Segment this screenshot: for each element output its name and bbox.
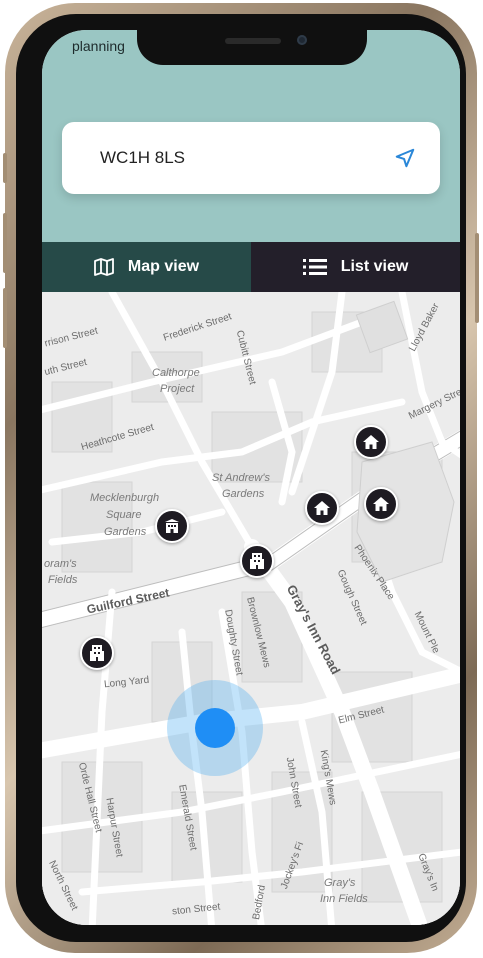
house-icon [314,501,330,515]
map-pin-building[interactable] [155,509,189,543]
map-place-label: Calthorpe [152,367,200,379]
navigation-arrow-icon[interactable] [394,147,416,169]
postcode-search-card[interactable]: WC1H 8LS [62,122,440,194]
side-button [3,288,7,348]
building-icon [250,553,264,569]
map-place-label: St Andrew's [212,472,270,484]
building-icon [90,645,104,661]
postcode-search-input[interactable]: WC1H 8LS [100,148,185,168]
tab-list-view[interactable]: List view [251,242,460,292]
view-tabs: Map view List view [42,242,460,292]
map-place-label: Fields [48,574,78,586]
building-icon [165,519,179,533]
side-button [3,213,7,273]
list-icon [302,259,327,275]
map-place-label: Square [106,509,142,521]
map-place-label: Project [160,383,195,395]
current-location-dot[interactable] [195,708,235,748]
map-place-label: Gray's [324,877,356,889]
app-screen: planning WC1H 8LS Map view List view Cal… [42,30,460,925]
map-canvas[interactable]: Calthorpe Project St Andrew's Gardens Me… [42,292,460,925]
map-icon [94,258,114,276]
map-pin-house[interactable] [354,425,388,459]
map-pin-house[interactable] [364,487,398,521]
map-place-label: Gardens [222,488,265,500]
map-pin-house[interactable] [305,491,339,525]
tab-map-view[interactable]: Map view [42,242,251,292]
side-button [475,233,479,323]
map-place-label: Mecklenburgh [90,492,160,504]
map-pin-building[interactable] [80,636,114,670]
phone-notch [137,30,367,65]
side-button [3,153,7,183]
map-place-label: Inn Fields [320,893,368,905]
tab-list-view-label: List view [340,258,409,275]
map-place-label: oram's [44,558,77,570]
house-icon [363,435,379,449]
map-place-label: Gardens [104,526,147,538]
status-text: planning [72,38,125,54]
map-pin-building[interactable] [240,544,274,578]
front-camera [297,35,307,45]
speaker [225,38,281,44]
house-icon [373,497,389,511]
tab-map-view-label: Map view [127,258,200,275]
